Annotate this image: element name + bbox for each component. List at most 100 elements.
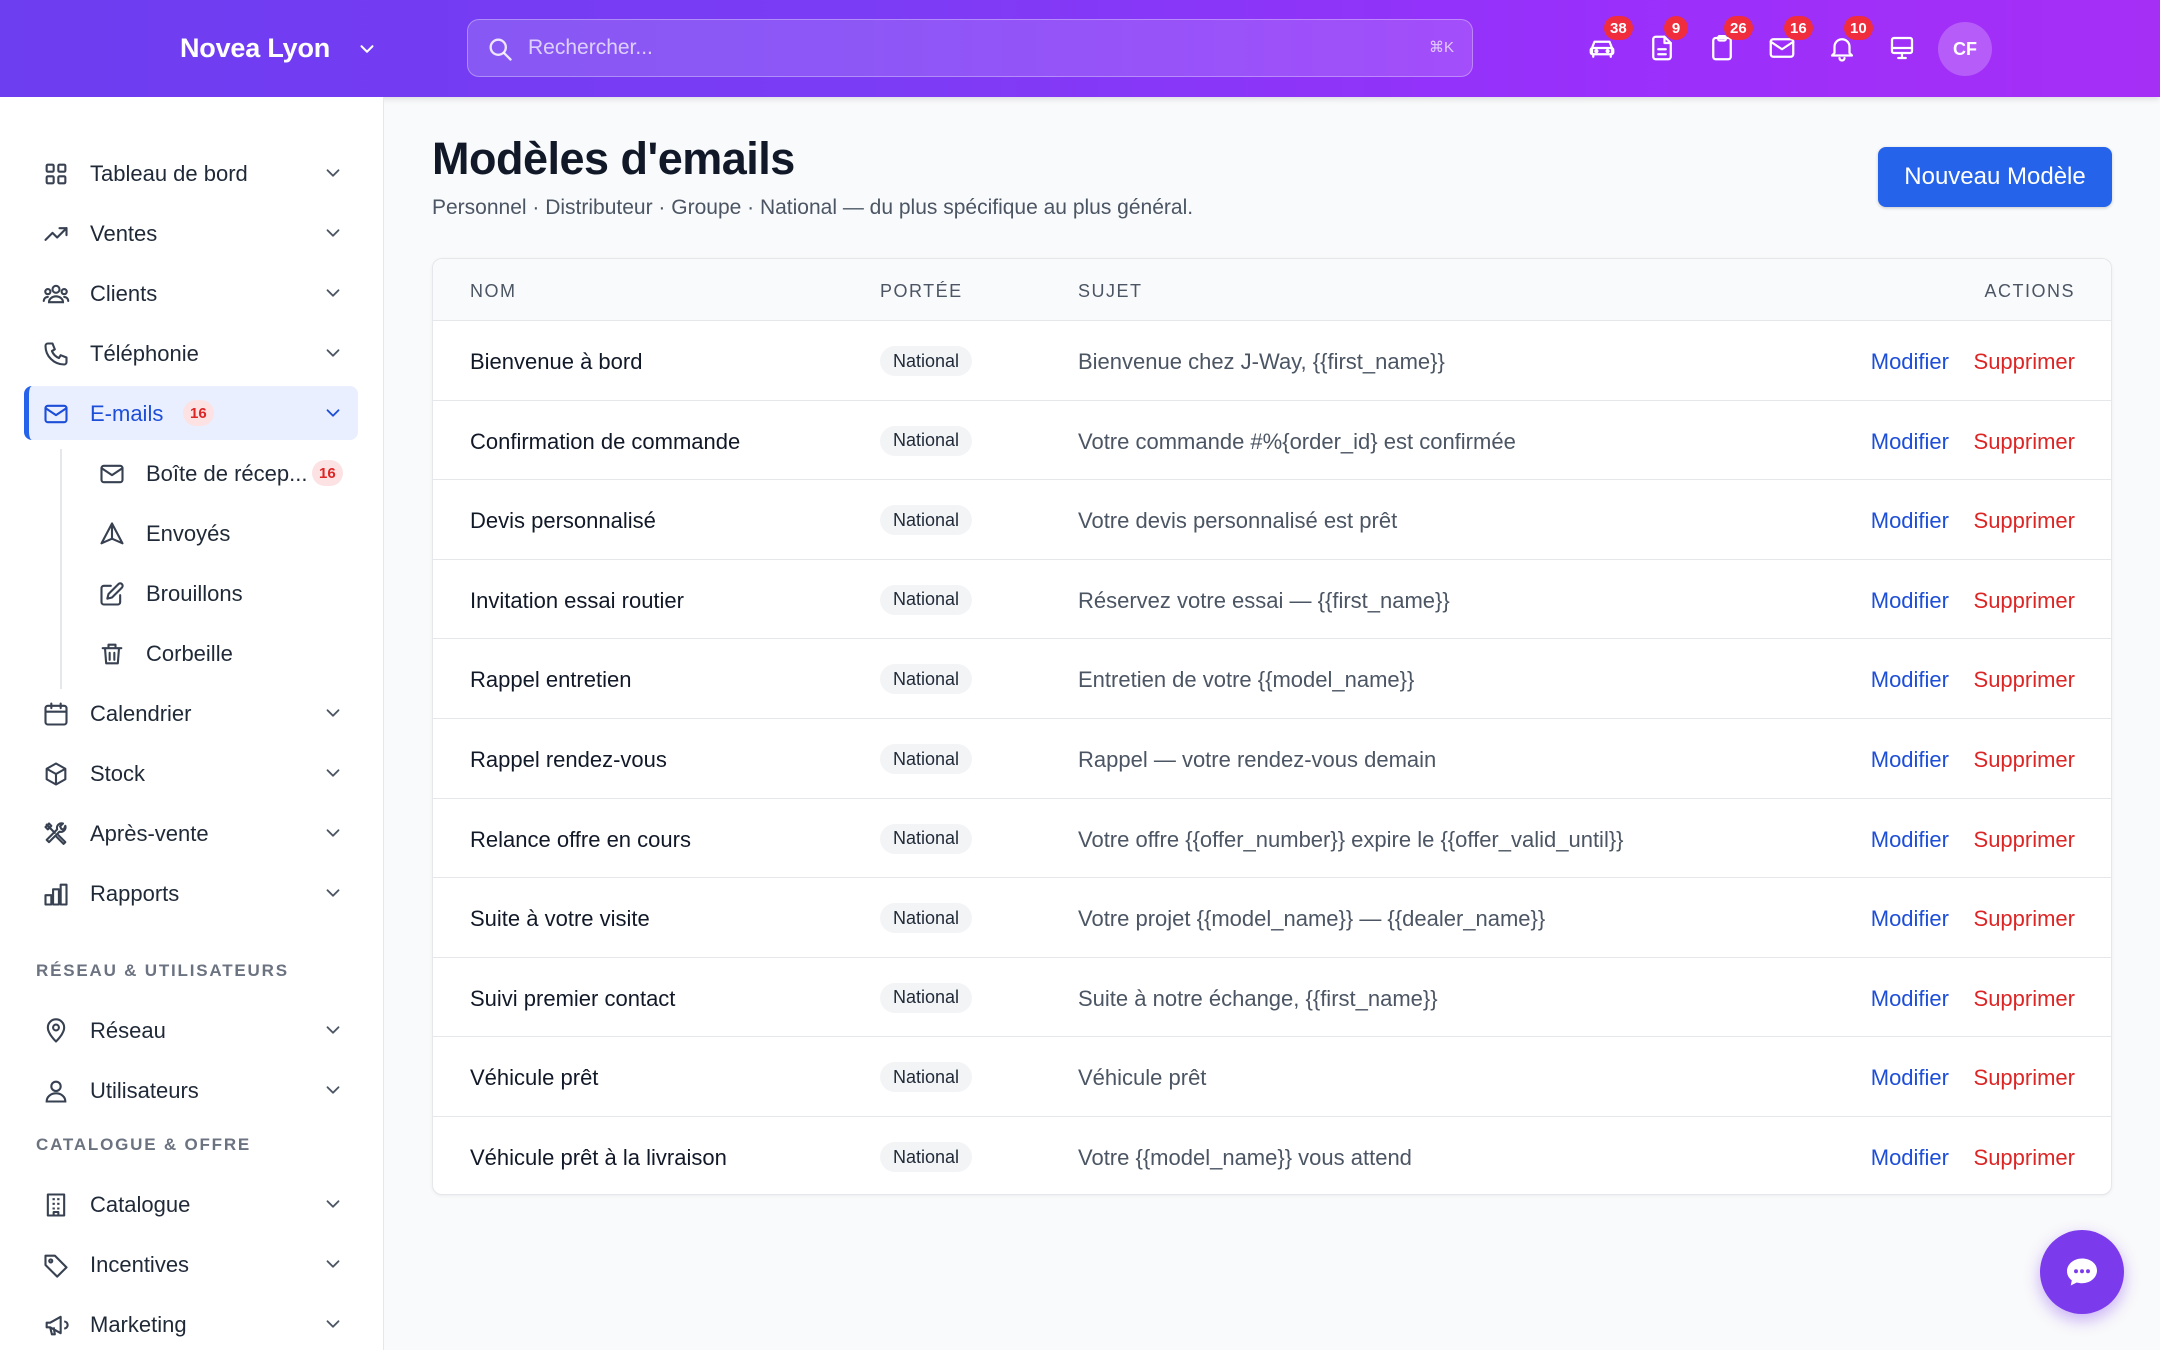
display-button[interactable] bbox=[1872, 18, 1932, 78]
delete-link[interactable]: Supprimer bbox=[1974, 588, 2075, 614]
sidebar-item-catalog[interactable]: Catalogue bbox=[24, 1177, 358, 1231]
table-row[interactable]: Rappel rendez-vous National Rappel — votre… bbox=[433, 719, 2111, 799]
scope-badge: National bbox=[880, 664, 973, 695]
calendar-icon bbox=[44, 702, 68, 726]
sidebar-item-clients[interactable]: Clients bbox=[24, 266, 358, 320]
delete-link[interactable]: Supprimer bbox=[1974, 429, 2075, 455]
table-row[interactable]: Bienvenue à bord National Bienvenue chez J… bbox=[433, 321, 2111, 401]
column-header-subject[interactable]: SUJET bbox=[1078, 281, 1143, 302]
notifications-button[interactable]: 10 bbox=[1812, 16, 1873, 78]
tasks-button[interactable]: 26 bbox=[1692, 16, 1753, 78]
avatar[interactable]: CF bbox=[1938, 22, 1992, 76]
sidebar-item-label: Après-vente bbox=[90, 821, 209, 846]
mail-button[interactable]: 16 bbox=[1752, 16, 1813, 78]
column-header-name[interactable]: NOM bbox=[470, 281, 517, 302]
sidebar-subitem-trash[interactable]: Corbeille bbox=[80, 626, 358, 680]
chevron-down-icon bbox=[360, 44, 374, 53]
sidebar-subitem-drafts[interactable]: Brouillons bbox=[80, 566, 358, 620]
edit-link[interactable]: Modifier bbox=[1871, 429, 1949, 455]
column-header-scope[interactable]: PORTÉE bbox=[880, 281, 963, 302]
sidebar-item-users[interactable]: Utilisateurs bbox=[24, 1063, 358, 1117]
delete-link[interactable]: Supprimer bbox=[1974, 986, 2075, 1012]
delete-link[interactable]: Supprimer bbox=[1974, 667, 2075, 693]
delete-link[interactable]: Supprimer bbox=[1974, 1145, 2075, 1171]
edit-link[interactable]: Modifier bbox=[1871, 349, 1949, 375]
sidebar-item-calendar[interactable]: Calendrier bbox=[24, 686, 358, 740]
scope-badge: National bbox=[880, 425, 973, 456]
sidebar-subitem-sent[interactable]: Envoyés bbox=[80, 506, 358, 560]
documents-button[interactable]: 9 bbox=[1632, 16, 1692, 78]
delete-link[interactable]: Supprimer bbox=[1974, 1065, 2075, 1091]
sidebar-item-network[interactable]: Réseau bbox=[24, 1003, 358, 1057]
chevron-down-icon bbox=[326, 709, 340, 717]
location-icon bbox=[46, 1018, 66, 1043]
vehicles-button[interactable]: 38 bbox=[1572, 16, 1633, 78]
search-input[interactable] bbox=[528, 20, 1388, 76]
delete-link[interactable]: Supprimer bbox=[1974, 906, 2075, 932]
send-icon bbox=[100, 522, 124, 545]
template-name: Suite à votre visite bbox=[470, 906, 650, 932]
sidebar-item-telephony[interactable]: Téléphonie bbox=[24, 326, 358, 380]
sidebar-item-stock[interactable]: Stock bbox=[24, 746, 358, 800]
table-row[interactable]: Rappel entretien National Entretien de vot… bbox=[433, 639, 2111, 719]
edit-link[interactable]: Modifier bbox=[1871, 1145, 1949, 1171]
templates-table: NOM PORTÉE SUJET ACTIONS Bienvenue à bor… bbox=[432, 258, 2112, 1195]
table-row[interactable]: Invitation essai routier National Réservez… bbox=[433, 560, 2111, 640]
edit-link[interactable]: Modifier bbox=[1871, 588, 1949, 614]
sidebar-subitem-inbox[interactable]: Boîte de récep... 16 bbox=[80, 446, 358, 500]
edit-link[interactable]: Modifier bbox=[1871, 1065, 1949, 1091]
mail-icon bbox=[44, 404, 68, 424]
delete-link[interactable]: Supprimer bbox=[1974, 747, 2075, 773]
megaphone-icon bbox=[45, 1315, 69, 1336]
table-row[interactable]: Confirmation de commande National Votre co… bbox=[433, 401, 2111, 481]
chevron-down-icon bbox=[326, 1086, 340, 1094]
sidebar-item-label: Envoyés bbox=[146, 521, 231, 546]
section-title-catalog: CATALOGUE & OFFRE bbox=[36, 1135, 252, 1154]
scope-badge: National bbox=[880, 584, 973, 615]
chevron-down-icon bbox=[326, 769, 340, 777]
table-row[interactable]: Suite à votre visite National Votre projet… bbox=[433, 878, 2111, 958]
edit-link[interactable]: Modifier bbox=[1871, 747, 1949, 773]
sidebar-item-dashboard[interactable]: Tableau de bord bbox=[24, 146, 358, 200]
brand-switcher[interactable]: Novea Lyon bbox=[180, 0, 378, 97]
template-subject: Suite à notre échange, {{first_name}} bbox=[1078, 985, 1438, 1011]
phone-icon bbox=[44, 342, 68, 366]
search-shortcut: ⌘K bbox=[1428, 39, 1454, 56]
sidebar-item-label: Calendrier bbox=[90, 701, 192, 726]
sidebar-item-label: E-mails bbox=[90, 401, 164, 426]
scope-badge: National bbox=[880, 823, 973, 854]
table-row[interactable]: Véhicule prêt National Véhicule prêt Modifi… bbox=[433, 1037, 2111, 1117]
page-subtitle: Personnel · Distributeur · Groupe · Nati… bbox=[432, 196, 1194, 219]
edit-link[interactable]: Modifier bbox=[1871, 508, 1949, 534]
sidebar-item-sales[interactable]: Ventes bbox=[24, 206, 358, 260]
edit-link[interactable]: Modifier bbox=[1871, 906, 1949, 932]
chevron-down-icon bbox=[326, 229, 340, 237]
search-bar[interactable]: ⌘K bbox=[467, 19, 1473, 77]
edit-link[interactable]: Modifier bbox=[1871, 986, 1949, 1012]
chevron-down-icon bbox=[326, 289, 340, 297]
table-row[interactable]: Suivi premier contact National Suite à not… bbox=[433, 958, 2111, 1038]
chevron-down-icon bbox=[326, 169, 340, 177]
edit-icon bbox=[100, 582, 124, 606]
unread-badge: 16 bbox=[183, 400, 214, 426]
sidebar-item-label: Stock bbox=[90, 761, 146, 786]
edit-link[interactable]: Modifier bbox=[1871, 667, 1949, 693]
delete-link[interactable]: Supprimer bbox=[1974, 508, 2075, 534]
table-row[interactable]: Devis personnalisé National Votre devis pe… bbox=[433, 480, 2111, 560]
chat-button[interactable] bbox=[2040, 1230, 2124, 1314]
edit-link[interactable]: Modifier bbox=[1871, 827, 1949, 853]
page-title: Modèles d'emails bbox=[432, 133, 795, 184]
sidebar-item-emails[interactable]: E-mails 16 bbox=[24, 386, 358, 440]
delete-link[interactable]: Supprimer bbox=[1974, 349, 2075, 375]
sidebar-item-incentives[interactable]: Incentives bbox=[24, 1237, 358, 1291]
table-row[interactable]: Véhicule prêt à la livraison National Votr… bbox=[433, 1117, 2111, 1194]
sidebar-item-reports[interactable]: Rapports bbox=[24, 866, 358, 920]
template-name: Bienvenue à bord bbox=[470, 349, 643, 374]
new-template-button[interactable]: Nouveau Modèle bbox=[1878, 147, 2112, 207]
sidebar-item-marketing[interactable]: Marketing bbox=[24, 1297, 358, 1350]
reports-icon bbox=[44, 883, 68, 906]
delete-link[interactable]: Supprimer bbox=[1974, 827, 2075, 853]
table-row[interactable]: Relance offre en cours National Votre offr… bbox=[433, 799, 2111, 879]
scope-badge: National bbox=[880, 1062, 973, 1093]
sidebar-item-after-sales[interactable]: Après-vente bbox=[24, 806, 358, 860]
